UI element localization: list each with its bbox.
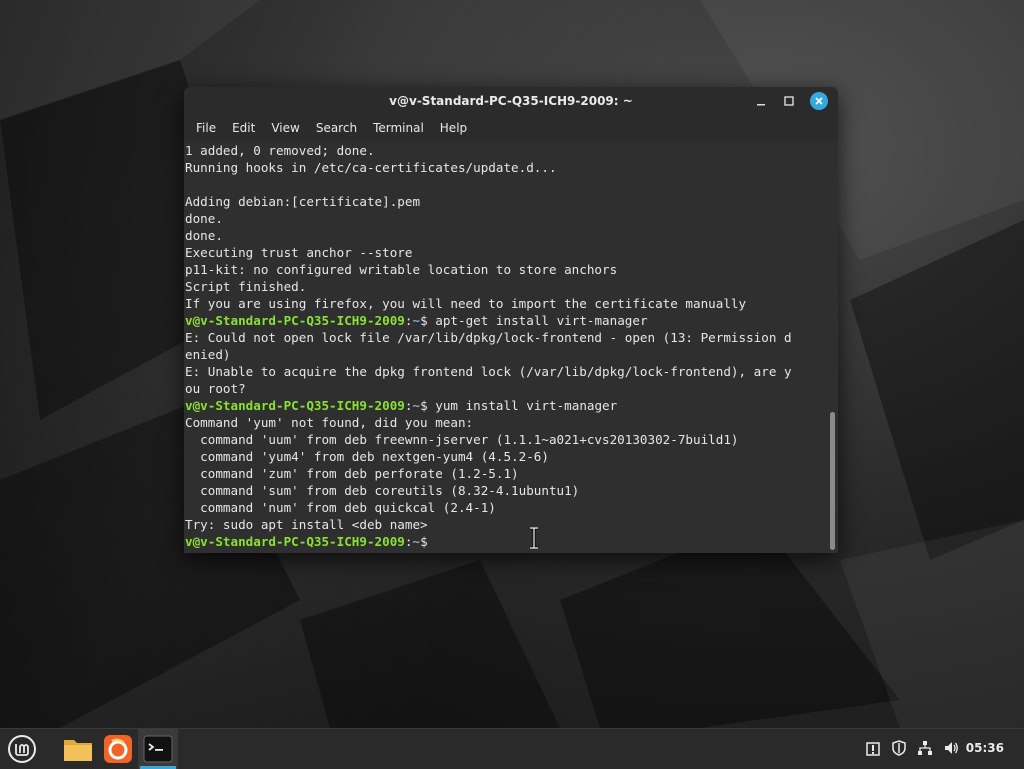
- menu-view[interactable]: View: [263, 121, 307, 135]
- output-line: Executing trust anchor --store: [185, 245, 413, 260]
- prompt-line: v@v-Standard-PC-Q35-ICH9-2009:~$: [184, 533, 838, 550]
- output-line: enied): [185, 347, 231, 362]
- prompt-symbol: $: [420, 313, 428, 328]
- output-line: Command 'yum' not found, did you mean:: [185, 415, 474, 430]
- output-line: Running hooks in /etc/ca-certificates/up…: [185, 160, 557, 175]
- title-bar[interactable]: v@v-Standard-PC-Q35-ICH9-2009: ~: [184, 87, 838, 115]
- terminal-icon: [143, 735, 173, 763]
- prompt-symbol: $: [420, 398, 428, 413]
- close-icon: [815, 97, 823, 105]
- output-line: command 'uum' from deb freewnn-jserver (…: [185, 432, 739, 447]
- output-line: command 'num' from deb quickcal (2.4-1): [185, 500, 496, 515]
- output-line: If you are using firefox, you will need …: [185, 296, 747, 311]
- taskbar: 05:36: [0, 728, 1024, 769]
- update-manager-tray[interactable]: [864, 739, 882, 757]
- firefox-launcher[interactable]: [98, 729, 138, 769]
- output-line: command 'zum' from deb perforate (1.2-5.…: [185, 466, 519, 481]
- files-launcher[interactable]: [58, 729, 98, 769]
- output-line: E: Unable to acquire the dpkg frontend l…: [185, 364, 792, 379]
- maximize-button[interactable]: [780, 92, 798, 110]
- output-line: ou root?: [185, 381, 246, 396]
- output-line: E: Could not open lock file /var/lib/dpk…: [185, 330, 792, 345]
- output-line: Adding debian:[certificate].pem: [185, 194, 421, 209]
- menu-file[interactable]: File: [188, 121, 224, 135]
- volume-tray[interactable]: [942, 739, 960, 757]
- network-icon: [918, 741, 932, 755]
- close-button[interactable]: [810, 92, 828, 110]
- terminal-window[interactable]: v@v-Standard-PC-Q35-ICH9-2009: ~ File Ed…: [184, 87, 838, 553]
- shield-icon: [892, 740, 906, 756]
- output-line: 1 added, 0 removed; done.: [185, 143, 375, 158]
- output-line: p11-kit: no configured writable location…: [185, 262, 618, 277]
- scrollbar[interactable]: [830, 412, 835, 550]
- menu-terminal[interactable]: Terminal: [365, 121, 432, 135]
- menu-edit[interactable]: Edit: [224, 121, 263, 135]
- prompt-path: ~: [412, 398, 421, 413]
- command-text: yum install virt-manager: [427, 398, 618, 413]
- output-line: command 'sum' from deb coreutils (8.32-4…: [185, 483, 580, 498]
- terminal-launcher[interactable]: [138, 729, 178, 769]
- menu-help[interactable]: Help: [432, 121, 475, 135]
- start-menu-button[interactable]: [2, 729, 42, 769]
- text-cursor-icon: [530, 527, 538, 549]
- output-line: command 'yum4' from deb nextgen-yum4 (4.…: [185, 449, 549, 464]
- network-tray[interactable]: [916, 739, 934, 757]
- menu-bar: File Edit View Search Terminal Help: [184, 115, 838, 141]
- minimize-button[interactable]: [752, 92, 770, 110]
- output-line: done.: [185, 211, 223, 226]
- output-line: Script finished.: [185, 279, 307, 294]
- terminal-output[interactable]: 1 added, 0 removed; done. Running hooks i…: [184, 142, 838, 553]
- output-line: done.: [185, 228, 223, 243]
- menu-icon: [8, 735, 36, 763]
- speaker-icon: [945, 742, 958, 754]
- command-text: apt-get install virt-manager: [427, 313, 648, 328]
- window-title: v@v-Standard-PC-Q35-ICH9-2009: ~: [389, 94, 633, 108]
- prompt-user: v@v-Standard-PC-Q35-ICH9-2009: [185, 534, 405, 549]
- prompt-symbol: $: [420, 534, 428, 549]
- prompt-user: v@v-Standard-PC-Q35-ICH9-2009: [185, 398, 405, 413]
- prompt-line: v@v-Standard-PC-Q35-ICH9-2009:~$ yum ins…: [184, 397, 838, 414]
- prompt-user: v@v-Standard-PC-Q35-ICH9-2009: [185, 313, 405, 328]
- clock[interactable]: 05:36: [966, 741, 1004, 755]
- output-line: Try: sudo apt install <deb name>: [185, 517, 428, 532]
- security-tray[interactable]: [890, 739, 908, 757]
- prompt-path: ~: [412, 313, 421, 328]
- prompt-path: ~: [412, 534, 421, 549]
- firefox-icon: [104, 735, 132, 763]
- prompt-line: v@v-Standard-PC-Q35-ICH9-2009:~$ apt-get…: [184, 312, 838, 329]
- files-icon: [64, 740, 92, 761]
- menu-search[interactable]: Search: [308, 121, 365, 135]
- clipboard-icon: [866, 742, 880, 756]
